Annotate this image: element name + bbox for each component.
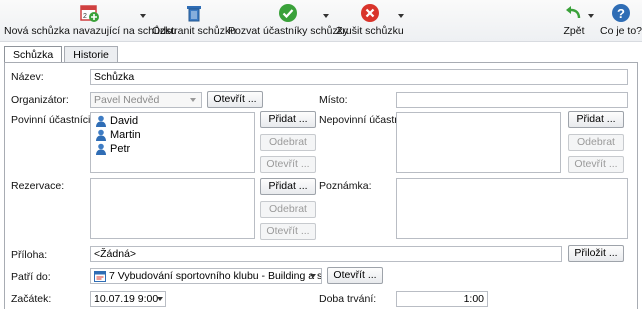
new-followup-dropdown-icon[interactable] (140, 14, 146, 18)
cancel-meeting-label: Zrušit schůzku (336, 25, 404, 37)
tab-strip: Schůzka Historie (4, 46, 120, 64)
belongs-to-select[interactable]: 7 Vybudování sportovního klubu - Buildin… (90, 268, 322, 284)
list-item[interactable]: David (95, 115, 138, 127)
participant-name: Petr (110, 143, 131, 155)
list-item[interactable]: Martin (95, 129, 141, 141)
belongs-to-open-button[interactable]: Otevřít ... (327, 267, 383, 284)
svg-text:?: ? (617, 6, 625, 21)
new-followup-label: Nová schůzka navazující na schůzku (4, 25, 177, 37)
meeting-panel: Název: Schůzka Organizátor: Pavel Nedvěd… (4, 62, 638, 309)
reservation-label: Rezervace: (11, 180, 65, 192)
optional-participants-list[interactable] (396, 112, 561, 173)
trash-icon (183, 2, 205, 24)
project-icon (94, 271, 106, 282)
start-label: Začátek: (11, 293, 52, 305)
optional-open-button[interactable]: Otevřít ... (568, 156, 624, 173)
required-participants-label: Povinní účastníci: (11, 114, 94, 126)
participant-name: Martin (110, 129, 141, 141)
person-icon (96, 115, 106, 127)
back-label: Zpět (563, 25, 585, 37)
place-label: Místo: (319, 94, 348, 106)
back-arrow-icon (563, 2, 585, 24)
organizer-dropdown-icon[interactable] (190, 98, 196, 102)
start-dropdown-icon[interactable] (157, 297, 163, 301)
note-label: Poznámka: (319, 180, 372, 192)
calendar-add-icon: 2 (79, 2, 101, 24)
person-icon (96, 129, 106, 141)
svg-text:2: 2 (83, 13, 87, 20)
note-textarea[interactable] (396, 178, 628, 239)
invite-dropdown-icon[interactable] (323, 14, 329, 18)
organizer-open-button[interactable]: Otevřít ... (207, 91, 263, 108)
required-add-button[interactable]: Přidat ... (260, 111, 316, 128)
attachment-field[interactable]: <Žádná> (90, 246, 562, 262)
checkmark-icon (277, 2, 299, 24)
attachment-label: Příloha: (11, 249, 48, 261)
person-icon (96, 143, 106, 155)
name-input[interactable]: Schůzka (90, 69, 628, 85)
help-icon: ? (610, 2, 632, 24)
required-participants-list[interactable]: David Martin Petr (90, 112, 255, 173)
place-input[interactable] (396, 92, 628, 108)
organizer-select[interactable]: Pavel Nedvěd (90, 92, 202, 108)
cancel-meeting-button[interactable]: Zrušit schůzku (336, 2, 404, 37)
back-dropdown-icon[interactable] (588, 14, 594, 18)
reservation-add-button[interactable]: Přidat ... (260, 178, 316, 195)
cancel-dropdown-icon[interactable] (398, 14, 404, 18)
new-followup-meeting-button[interactable]: 2 Nová schůzka navazující na schůzku (4, 2, 176, 37)
required-open-button[interactable]: Otevřít ... (260, 156, 316, 173)
toolbar: 2 Nová schůzka navazující na schůzku Ods… (0, 0, 642, 42)
optional-add-button[interactable]: Přidat ... (568, 111, 624, 128)
back-button[interactable]: Zpět (563, 2, 585, 37)
required-remove-button[interactable]: Odebrat (260, 134, 316, 151)
tab-history[interactable]: Historie (64, 46, 118, 63)
attach-button[interactable]: Přiložit ... (568, 245, 624, 262)
reservation-remove-button[interactable]: Odebrat (260, 201, 316, 218)
belongs-to-dropdown-icon[interactable] (310, 274, 316, 278)
invite-participants-label: Pozvat účastníky schůzky (228, 25, 349, 37)
organizer-label: Organizátor: (11, 94, 69, 106)
list-item[interactable]: Petr (95, 143, 130, 155)
duration-label: Doba trvání: (319, 293, 377, 305)
optional-remove-button[interactable]: Odebrat (568, 134, 624, 151)
delete-meeting-label: Odstranit schůzku (152, 25, 237, 37)
belongs-to-label: Patří do: (11, 271, 51, 283)
delete-meeting-button[interactable]: Odstranit schůzku (152, 2, 236, 37)
start-datetime-input[interactable]: 10.07.19 9:00 (90, 291, 166, 307)
cancel-icon (359, 2, 381, 24)
invite-participants-button[interactable]: Pozvat účastníky schůzky (228, 2, 348, 37)
help-label: Co je to? (600, 25, 642, 37)
reservation-open-button[interactable]: Otevřít ... (260, 223, 316, 240)
participant-name: David (110, 115, 139, 127)
reservation-list[interactable] (90, 178, 255, 239)
duration-input[interactable]: 1:00 (396, 291, 488, 307)
help-button[interactable]: ? Co je to? (600, 2, 642, 37)
name-label: Název: (11, 71, 44, 83)
